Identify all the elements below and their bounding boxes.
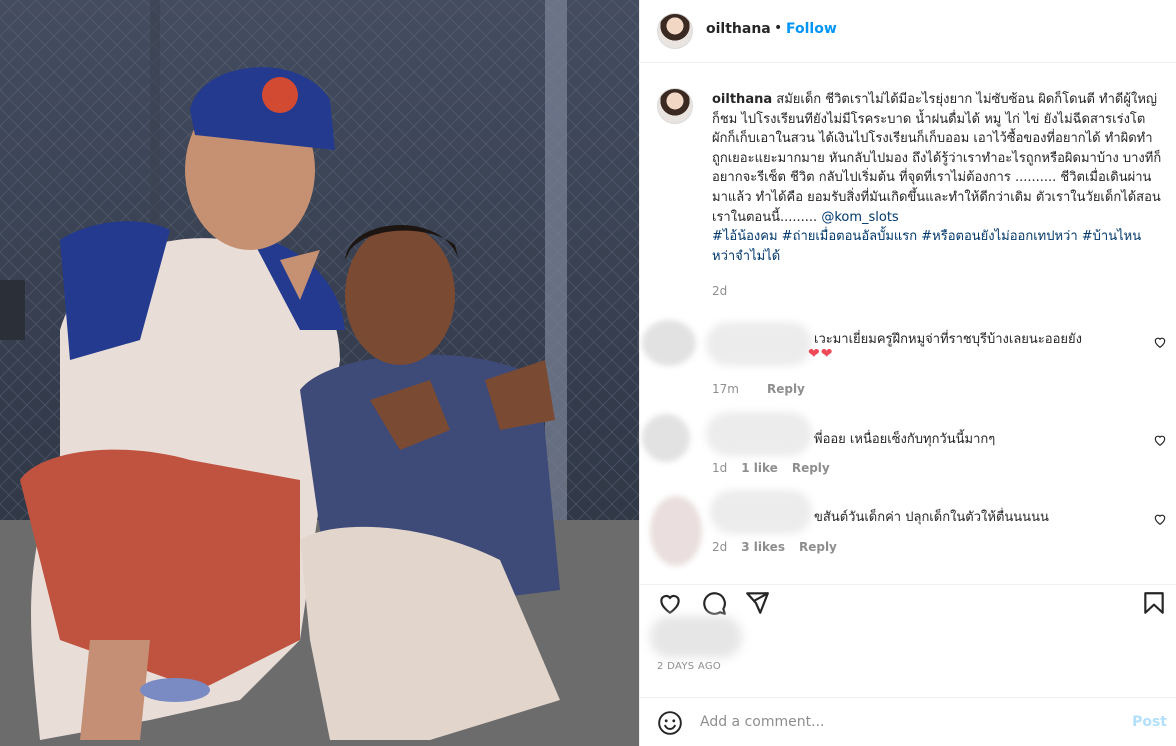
caption-hashtags[interactable]: #ไอ้น้องคม #ถ่ายเมื่อตอนอัลบั้มแรก #หรือ… xyxy=(712,229,1141,264)
comment-input[interactable] xyxy=(700,710,1100,734)
heart-icon[interactable] xyxy=(1153,335,1167,349)
comment-item: เวะมาเยี่ยมครูฝึกหมูจ่าที่ราชบุรีบ้างเลย… xyxy=(640,318,1176,408)
reply-button[interactable]: Reply xyxy=(767,382,805,396)
caption-text: สมัยเด็ก ชีวิตเราไม่ได้มีอะไรยุ่งยาก ไม่… xyxy=(712,92,1162,225)
heart-icon[interactable] xyxy=(1153,512,1167,526)
photo-illustration xyxy=(0,0,639,746)
reply-button[interactable]: Reply xyxy=(792,461,830,475)
add-comment-bar: Post xyxy=(640,697,1176,746)
post-caption: oilthana สมัยเด็ก ชีวิตเราไม่ได้มีอะไรยุ… xyxy=(712,90,1162,266)
comment-meta: 17m Reply xyxy=(712,382,819,396)
commenter-name-blurred[interactable] xyxy=(706,322,812,366)
comment-likes[interactable]: 1 like xyxy=(741,461,778,475)
caption-username[interactable]: oilthana xyxy=(712,92,772,107)
comment-meta: 2d 3 likes Reply xyxy=(712,540,851,554)
follow-button[interactable]: Follow xyxy=(786,21,837,37)
comment-text: พี่ออย เหนื่อยเซ็งกับทุกวันนี้มากๆ xyxy=(814,432,996,447)
comment-age: 2d xyxy=(712,540,728,554)
post-photo[interactable] xyxy=(0,0,639,746)
comment-meta: 1d 1 like Reply xyxy=(712,461,844,475)
caption-mention[interactable]: @kom_slots xyxy=(821,210,898,225)
comment-text: เวะมาเยี่ยมครูฝึกหมูจ่าที่ราชบุรีบ้างเลย… xyxy=(814,332,1082,347)
commenter-name-blurred[interactable] xyxy=(710,490,812,534)
share-icon[interactable] xyxy=(744,590,770,616)
separator-dot: • xyxy=(774,20,783,36)
comment-item: ขสันต์วันเด็กค่า ปลุกเด็กในตัวให้ตื่นนนน… xyxy=(640,488,1176,568)
caption-avatar[interactable] xyxy=(657,88,693,124)
commenter-name-blurred[interactable] xyxy=(706,412,812,456)
commenter-avatar[interactable] xyxy=(650,496,702,566)
instagram-post: oilthana • Follow oilthana สมัยเด็ก ชีวิ… xyxy=(0,0,1176,746)
comment-hearts: ❤❤ xyxy=(808,346,834,362)
post-header: oilthana • Follow xyxy=(640,0,1176,63)
avatar[interactable] xyxy=(657,13,693,49)
bookmark-icon[interactable] xyxy=(1141,590,1167,616)
post-sidebar: oilthana • Follow oilthana สมัยเด็ก ชีวิ… xyxy=(639,0,1176,746)
comment-text: ขสันต์วันเด็กค่า ปลุกเด็กในตัวให้ตื่นนนน… xyxy=(814,510,1049,525)
comment-age: 17m xyxy=(712,382,739,396)
comment-icon[interactable] xyxy=(701,590,727,616)
likes-count-blurred[interactable] xyxy=(650,616,742,658)
commenter-avatar[interactable] xyxy=(642,414,690,462)
post-comment-button[interactable]: Post xyxy=(1132,714,1167,730)
heart-icon[interactable] xyxy=(657,590,683,616)
comment-age: 1d xyxy=(712,461,728,475)
emoji-icon[interactable] xyxy=(657,710,683,736)
caption-age: 2d xyxy=(712,284,728,298)
comment-likes[interactable]: 3 likes xyxy=(741,540,785,554)
commenter-avatar[interactable] xyxy=(642,320,696,366)
comment-item: พี่ออย เหนื่อยเซ็งกับทุกวันนี้มากๆ 1d 1 l… xyxy=(640,410,1176,480)
reply-button[interactable]: Reply xyxy=(799,540,837,554)
action-bar xyxy=(640,584,1176,616)
author-username[interactable]: oilthana xyxy=(706,21,771,37)
post-timestamp[interactable]: 2 DAYS AGO xyxy=(657,661,721,672)
heart-icon[interactable] xyxy=(1153,433,1167,447)
